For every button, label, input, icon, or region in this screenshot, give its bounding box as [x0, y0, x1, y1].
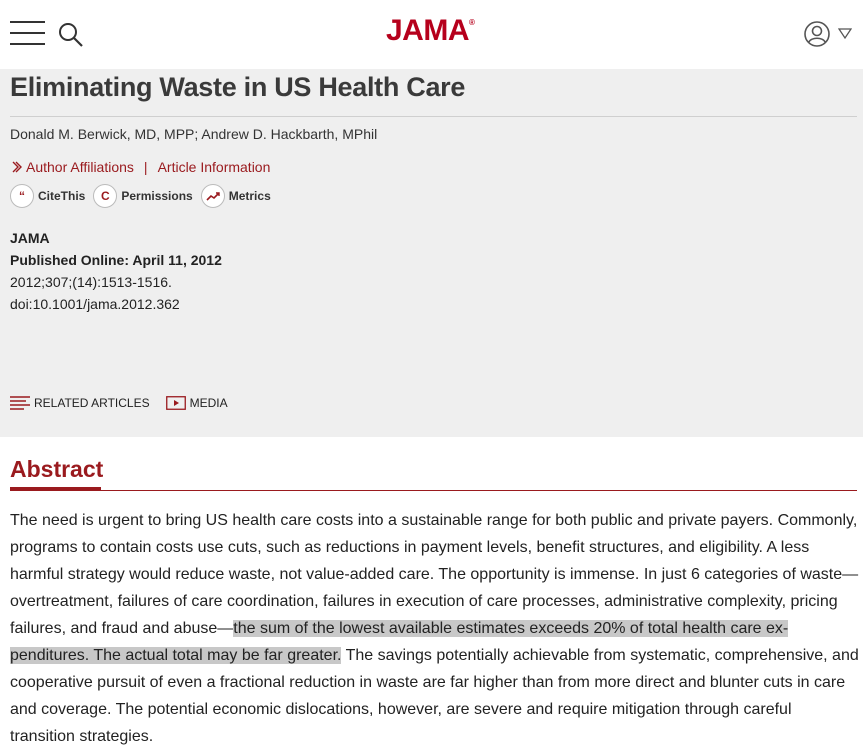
- title-divider: [10, 116, 857, 117]
- publication-date: Published Online: April 11, 2012: [10, 252, 222, 268]
- metrics-button[interactable]: Metrics: [200, 184, 271, 208]
- abstract-divider: [10, 490, 857, 491]
- related-articles-button[interactable]: RELATED ARTICLES: [10, 396, 150, 410]
- journal-name: JAMA: [10, 230, 50, 246]
- related-articles-label: RELATED ARTICLES: [34, 396, 150, 410]
- media-label: MEDIA: [189, 396, 228, 410]
- abstract-heading-underline: [10, 487, 101, 491]
- article-links-row: Author Affiliations | Article Informatio…: [10, 159, 270, 175]
- article-metadata: JAMA Published Online: April 11, 2012 20…: [10, 227, 222, 315]
- chevron-right-icon: [12, 161, 22, 173]
- article-information-link[interactable]: Article Information: [158, 159, 271, 175]
- user-icon[interactable]: [803, 20, 831, 48]
- article-authors: Donald M. Berwick, MD, MPP; Andrew D. Ha…: [10, 126, 378, 142]
- abstract-heading: Abstract: [10, 456, 104, 482]
- jama-logo[interactable]: JAMA®: [386, 14, 475, 48]
- hamburger-menu-icon[interactable]: [10, 21, 45, 45]
- article-sub-actions: RELATED ARTICLES MEDIA: [10, 396, 244, 410]
- list-lines-icon: [10, 396, 30, 410]
- author-affiliations-link[interactable]: Author Affiliations: [26, 159, 134, 175]
- abstract-body: The need is urgent to bring US health ca…: [10, 507, 860, 750]
- trend-icon: [200, 184, 225, 208]
- article-tools: “ CiteThis C Permissions Metrics: [10, 184, 279, 208]
- article-title: Eliminating Waste in US Health Care: [10, 72, 466, 102]
- copyright-icon: C: [93, 184, 118, 208]
- abstract-text-before: The need is urgent to bring US health ca…: [10, 512, 859, 637]
- metrics-label: Metrics: [228, 189, 271, 203]
- permissions-label: Permissions: [121, 189, 193, 203]
- link-separator: |: [143, 159, 148, 175]
- cite-this-button[interactable]: “ CiteThis: [10, 184, 85, 208]
- permissions-button[interactable]: C Permissions: [93, 184, 193, 208]
- top-navigation-bar: JAMA®: [0, 0, 863, 69]
- doi: doi:10.1001/jama.2012.362: [10, 296, 180, 312]
- cite-this-label: CiteThis: [38, 189, 86, 203]
- media-button[interactable]: MEDIA: [165, 396, 228, 410]
- quote-icon: “: [10, 184, 34, 208]
- citation: 2012;307;(14):1513-1516.: [10, 274, 172, 290]
- search-icon[interactable]: [57, 21, 85, 49]
- media-play-icon: [165, 396, 186, 410]
- caret-down-icon[interactable]: [837, 26, 853, 40]
